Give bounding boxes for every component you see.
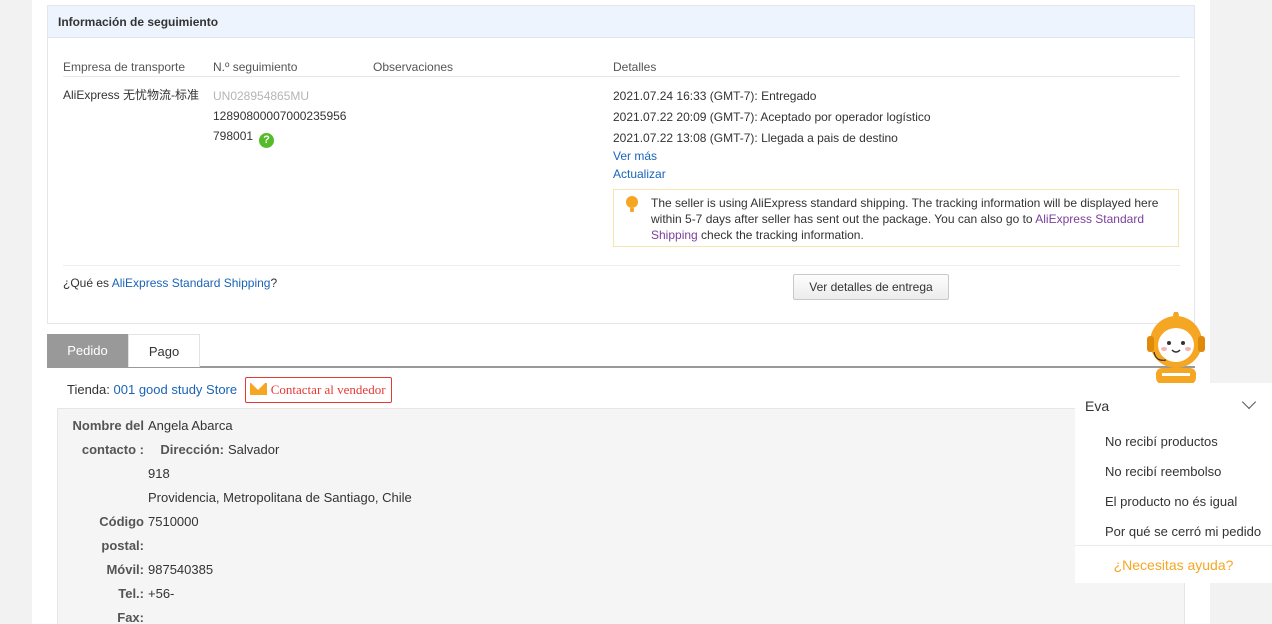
carrier-name: AliExpress 无忧物流-标准 bbox=[63, 88, 200, 102]
mobile-number: 987540385 bbox=[148, 562, 214, 577]
order-detail-page: Información de seguimiento Empresa de tr… bbox=[32, 0, 1210, 624]
chat-divider bbox=[1075, 545, 1272, 546]
tel-label: Tel.: bbox=[118, 586, 144, 601]
help-icon[interactable]: ? bbox=[259, 133, 275, 148]
shipping-address: Nombre del contacto : Angela Abarca Dire… bbox=[57, 408, 1185, 624]
tracking-number-secondary-tail: 798001 bbox=[213, 129, 254, 143]
tracking-event: 2021.07.22 13:08 (GMT-7): Llegada a pais… bbox=[613, 131, 898, 145]
postal-label-cont: postal: bbox=[101, 538, 144, 553]
chat-option[interactable]: No recibí reembolso bbox=[1105, 464, 1221, 479]
name-label: Nombre del bbox=[72, 418, 144, 433]
tracking-actions: Ver más Actualizar bbox=[613, 147, 666, 183]
order-tabs: Pedido Pago bbox=[47, 334, 1195, 368]
tracking-event: 2021.07.22 20:09 (GMT-7): Aceptado por o… bbox=[613, 110, 931, 124]
contact-name: Angela Abarca bbox=[148, 418, 233, 433]
chat-title: Eva bbox=[1085, 398, 1110, 414]
column-tracking-number: N.º seguimiento bbox=[213, 60, 298, 74]
tracking-event: 2021.07.24 16:33 (GMT-7): Entregado bbox=[613, 89, 817, 103]
name-label-cont: contacto : bbox=[81, 442, 144, 457]
store-row: Tienda: 001 good study Store Contactar a… bbox=[67, 377, 392, 403]
chat-option[interactable]: Por qué se cerró mi pedido bbox=[1105, 524, 1261, 539]
lightbulb-icon bbox=[626, 196, 638, 212]
fax-label: Fax: bbox=[117, 610, 144, 624]
direction-line-1: Salvador bbox=[228, 442, 280, 457]
chat-option[interactable]: No recibí productos bbox=[1105, 434, 1218, 449]
tracking-events: 2021.07.24 16:33 (GMT-7): Entregado 2021… bbox=[613, 86, 931, 149]
postal-label: Código bbox=[99, 514, 144, 529]
refresh-link[interactable]: Actualizar bbox=[613, 165, 666, 183]
chat-option[interactable]: El producto no és igual bbox=[1105, 494, 1237, 509]
column-carrier: Empresa de transporte bbox=[63, 60, 186, 74]
column-notes: Observaciones bbox=[373, 60, 454, 74]
chevron-down-icon[interactable] bbox=[1241, 394, 1257, 410]
postal-code: 7510000 bbox=[148, 514, 199, 529]
tracking-title: Información de seguimiento bbox=[48, 6, 1194, 38]
shipping-notice: The seller is using AliExpress standard … bbox=[613, 189, 1179, 247]
tel-number: +56- bbox=[148, 586, 175, 601]
store-name-link[interactable]: 001 good study Store bbox=[114, 382, 238, 397]
direction-line-2: 918 bbox=[148, 466, 170, 481]
chat-widget: Eva No recibí productos No recibí reembo… bbox=[1075, 383, 1272, 583]
header-divider bbox=[63, 76, 1180, 77]
assistant-robot-icon[interactable] bbox=[1144, 312, 1208, 384]
direction-line-3: Providencia, Metropolitana de Santiago, … bbox=[148, 490, 412, 505]
mobile-label: Móvil: bbox=[106, 562, 144, 577]
tab-order[interactable]: Pedido bbox=[47, 334, 128, 367]
store-label: Tienda: bbox=[67, 382, 110, 397]
tab-payment[interactable]: Pago bbox=[128, 334, 200, 367]
what-is-shipping: ¿Qué es AliExpress Standard Shipping? bbox=[63, 276, 278, 290]
column-details: Detalles bbox=[613, 60, 657, 74]
see-more-link[interactable]: Ver más bbox=[613, 147, 666, 165]
what-is-shipping-link[interactable]: AliExpress Standard Shipping bbox=[112, 276, 271, 290]
tracking-number-secondary: 1289080000700023595​6 bbox=[213, 109, 347, 123]
tracking-panel: Información de seguimiento Empresa de tr… bbox=[47, 5, 1195, 324]
divider bbox=[63, 265, 1180, 266]
tracking-number: UN028954865MU 1289080000700023595​6 7980… bbox=[213, 86, 353, 148]
tracking-number-primary: UN028954865MU bbox=[213, 89, 310, 103]
envelope-icon bbox=[249, 383, 267, 395]
delivery-details-button[interactable]: Ver detalles de entrega bbox=[793, 274, 949, 300]
direction-label: Dirección: bbox=[160, 442, 224, 457]
need-help-link[interactable]: ¿Necesitas ayuda? bbox=[1075, 557, 1272, 573]
contact-seller-button[interactable]: Contactar al vendedor bbox=[244, 377, 392, 403]
